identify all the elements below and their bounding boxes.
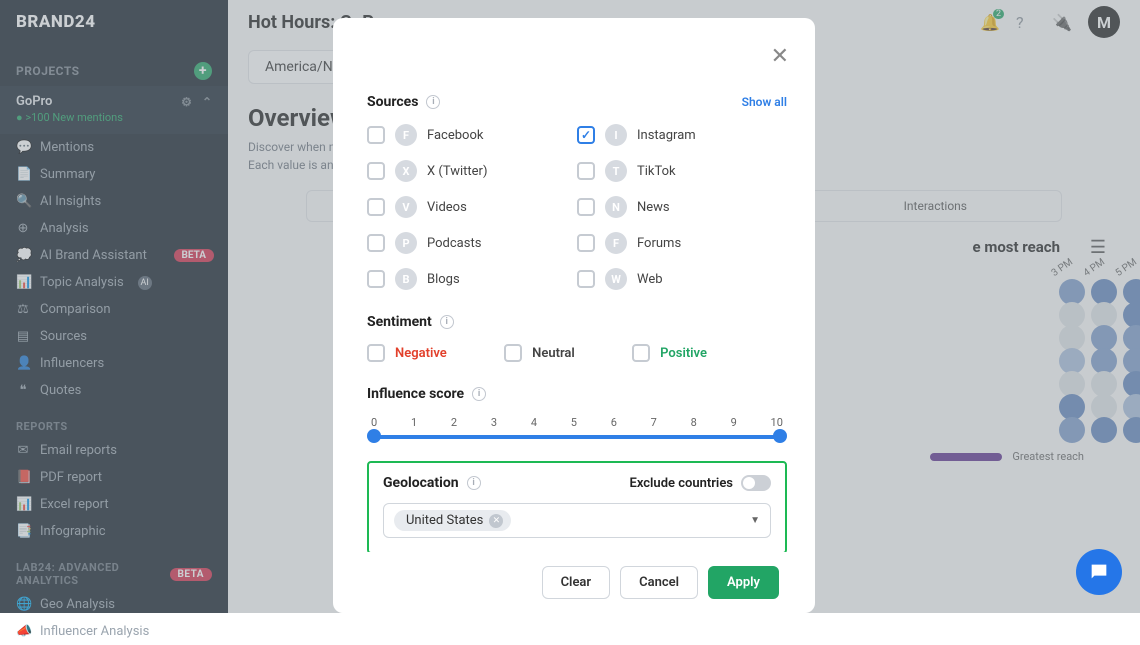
chevron-down-icon[interactable]: ▼ bbox=[750, 515, 760, 526]
source-icon: I bbox=[605, 124, 627, 146]
clear-button[interactable]: Clear bbox=[542, 566, 611, 599]
slider-tick: 2 bbox=[451, 416, 457, 429]
checkbox[interactable] bbox=[577, 234, 595, 252]
source-label: Blogs bbox=[427, 272, 460, 287]
source-item-facebook[interactable]: F Facebook bbox=[367, 124, 577, 146]
geo-title: Geolocation bbox=[383, 475, 459, 491]
lab-item-influencer-analysis[interactable]: 📣 Influencer Analysis bbox=[0, 618, 228, 645]
slider-tick: 1 bbox=[411, 416, 417, 429]
influence-title: Influence score bbox=[367, 386, 464, 402]
sentiment-title: Sentiment bbox=[367, 314, 432, 330]
close-icon[interactable]: ✕ bbox=[771, 44, 789, 69]
show-all-link[interactable]: Show all bbox=[742, 95, 787, 109]
checkbox[interactable] bbox=[577, 126, 595, 144]
checkbox-positive[interactable] bbox=[632, 344, 650, 362]
source-icon: F bbox=[395, 124, 417, 146]
info-icon[interactable]: i bbox=[440, 315, 454, 329]
source-label: Podcasts bbox=[427, 236, 481, 251]
checkbox-neutral[interactable] bbox=[504, 344, 522, 362]
source-item-news[interactable]: N News bbox=[577, 196, 787, 218]
source-icon: B bbox=[395, 268, 417, 290]
chat-launcher[interactable] bbox=[1076, 549, 1122, 595]
checkbox[interactable] bbox=[577, 198, 595, 216]
sentiment-neutral-label: Neutral bbox=[532, 346, 575, 361]
slider-tick: 5 bbox=[571, 416, 577, 429]
source-icon: V bbox=[395, 196, 417, 218]
checkbox[interactable] bbox=[577, 162, 595, 180]
info-icon[interactable]: i bbox=[467, 476, 481, 490]
info-icon[interactable]: i bbox=[472, 387, 486, 401]
source-icon: T bbox=[605, 160, 627, 182]
source-item-tiktok[interactable]: T TikTok bbox=[577, 160, 787, 182]
source-icon: P bbox=[395, 232, 417, 254]
remove-chip-icon[interactable]: ✕ bbox=[489, 514, 503, 528]
info-icon[interactable]: i bbox=[426, 95, 440, 109]
slider-tick: 10 bbox=[771, 416, 783, 429]
checkbox[interactable] bbox=[367, 234, 385, 252]
geolocation-section: Geolocation i Exclude countries United St… bbox=[367, 461, 787, 552]
cancel-button[interactable]: Cancel bbox=[620, 566, 698, 599]
source-label: Forums bbox=[637, 236, 681, 251]
country-chip-label: United States bbox=[406, 513, 483, 528]
slider-tick: 3 bbox=[491, 416, 497, 429]
checkbox[interactable] bbox=[367, 162, 385, 180]
slider-tick: 0 bbox=[371, 416, 377, 429]
sentiment-negative-label: Negative bbox=[395, 346, 447, 361]
country-chip[interactable]: United States ✕ bbox=[394, 510, 511, 531]
source-label: News bbox=[637, 200, 670, 215]
sources-title: Sources bbox=[367, 94, 418, 110]
sentiment-positive-label: Positive bbox=[660, 346, 707, 361]
source-icon: X bbox=[395, 160, 417, 182]
source-label: Facebook bbox=[427, 128, 483, 143]
apply-button[interactable]: Apply bbox=[708, 566, 779, 599]
nav-icon: 📣 bbox=[16, 624, 30, 639]
slider-thumb-max[interactable] bbox=[773, 429, 787, 443]
checkbox[interactable] bbox=[367, 126, 385, 144]
nav-label: Influencer Analysis bbox=[40, 624, 149, 639]
slider-tick: 4 bbox=[531, 416, 537, 429]
country-select[interactable]: United States ✕ ▼ bbox=[383, 503, 771, 538]
slider-tick: 7 bbox=[651, 416, 657, 429]
source-label: X (Twitter) bbox=[427, 164, 487, 179]
influence-slider[interactable]: 0 1 2 3 4 5 6 7 8 9 10 bbox=[367, 416, 787, 439]
checkbox[interactable] bbox=[577, 270, 595, 288]
source-item-podcasts[interactable]: P Podcasts bbox=[367, 232, 577, 254]
source-item-blogs[interactable]: B Blogs bbox=[367, 268, 577, 290]
slider-tick: 9 bbox=[731, 416, 737, 429]
checkbox-negative[interactable] bbox=[367, 344, 385, 362]
source-item-web[interactable]: W Web bbox=[577, 268, 787, 290]
source-label: Web bbox=[637, 272, 663, 287]
slider-tick: 8 bbox=[691, 416, 697, 429]
slider-tick: 6 bbox=[611, 416, 617, 429]
checkbox[interactable] bbox=[367, 270, 385, 288]
source-label: Instagram bbox=[637, 128, 696, 143]
exclude-toggle[interactable] bbox=[741, 475, 771, 491]
source-item-xtwitter[interactable]: X X (Twitter) bbox=[367, 160, 577, 182]
source-label: TikTok bbox=[637, 164, 676, 179]
source-icon: F bbox=[605, 232, 627, 254]
source-label: Videos bbox=[427, 200, 467, 215]
source-icon: W bbox=[605, 268, 627, 290]
source-item-forums[interactable]: F Forums bbox=[577, 232, 787, 254]
exclude-label: Exclude countries bbox=[630, 476, 734, 491]
source-item-videos[interactable]: V Videos bbox=[367, 196, 577, 218]
slider-thumb-min[interactable] bbox=[367, 429, 381, 443]
source-item-instagram[interactable]: I Instagram bbox=[577, 124, 787, 146]
checkbox[interactable] bbox=[367, 198, 385, 216]
source-icon: N bbox=[605, 196, 627, 218]
filter-modal: ✕ Sources i Show all F Facebook I Instagram X… bbox=[333, 18, 815, 613]
